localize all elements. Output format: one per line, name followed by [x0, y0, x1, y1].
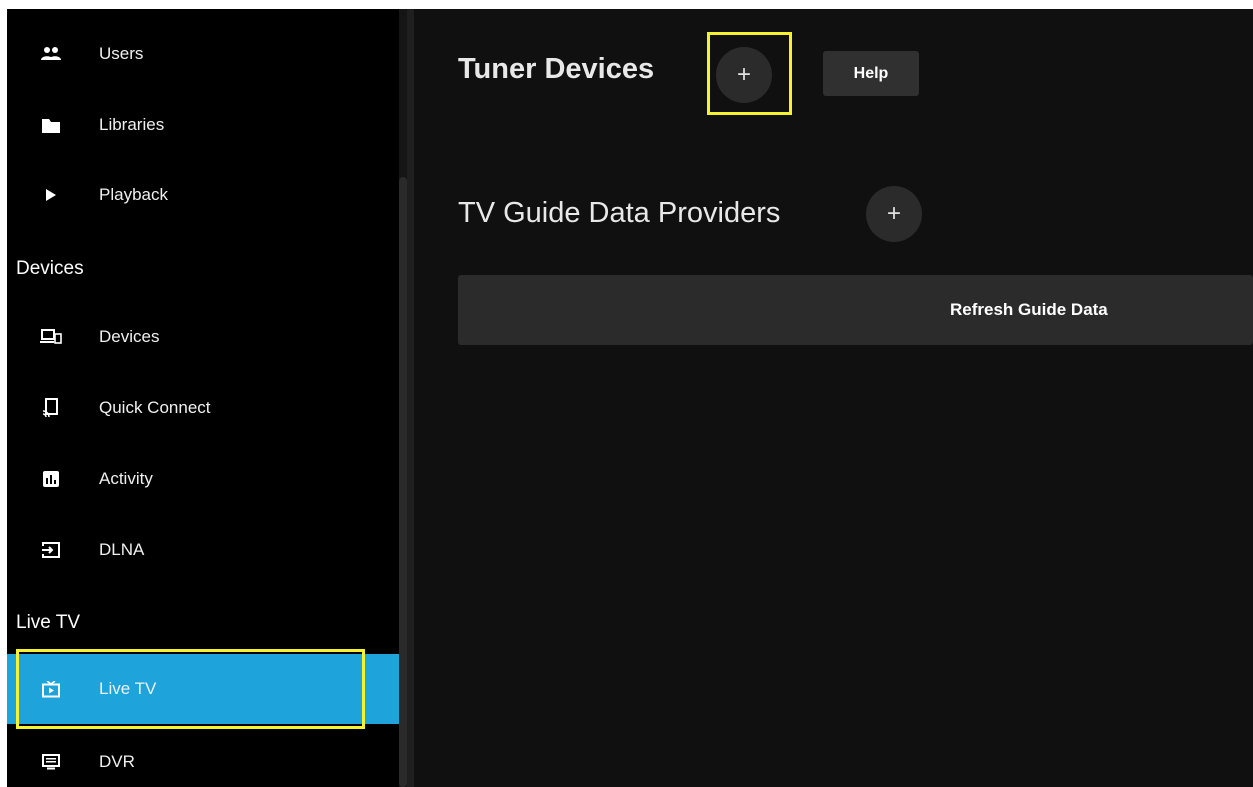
sidebar-item-dvr[interactable]: DVR [7, 727, 399, 787]
sidebar-item-label: Activity [99, 469, 153, 488]
plus-icon: + [886, 200, 901, 227]
dvr-icon [40, 751, 62, 773]
activity-icon [40, 468, 62, 490]
sidebar-item-playback[interactable]: Playback [7, 160, 399, 230]
sidebar-scrollbar-thumb[interactable] [399, 177, 407, 787]
sidebar-item-label: Users [99, 44, 144, 63]
sidebar-item-quick-connect[interactable]: Quick Connect [7, 373, 399, 443]
add-guide-provider-button[interactable]: + [866, 186, 922, 242]
cast-icon [40, 397, 62, 419]
tv-guide-providers-title: TV Guide Data Providers [458, 197, 781, 229]
sidebar-item-label: DLNA [99, 540, 145, 559]
sidebar-divider [407, 9, 414, 787]
folder-icon [40, 114, 62, 136]
help-button[interactable]: Help [823, 51, 919, 96]
input-icon [40, 539, 62, 561]
sidebar-item-label: Playback [99, 185, 168, 204]
app-window: Users Libraries Playback Devices Devices… [7, 9, 1253, 787]
sidebar-item-label: DVR [99, 752, 135, 771]
refresh-guide-data-button[interactable]: Refresh Guide Data [458, 275, 1253, 345]
sidebar-scrollbar[interactable] [399, 9, 407, 787]
sidebar-item-devices[interactable]: Devices [7, 302, 399, 372]
tuner-devices-title: Tuner Devices [458, 53, 655, 85]
sidebar-item-dlna[interactable]: DLNA [7, 515, 399, 585]
section-header-devices: Devices [16, 258, 84, 279]
sidebar-item-label: Devices [99, 327, 160, 346]
sidebar: Users Libraries Playback Devices Devices… [7, 9, 407, 787]
section-header-live-tv: Live TV [16, 612, 81, 633]
users-icon [40, 43, 62, 65]
play-icon [40, 184, 62, 206]
sidebar-item-users[interactable]: Users [7, 19, 399, 89]
sidebar-item-activity[interactable]: Activity [7, 444, 399, 514]
devices-icon [40, 326, 62, 348]
refresh-guide-data-label: Refresh Guide Data [950, 300, 1108, 319]
sidebar-item-libraries[interactable]: Libraries [7, 90, 399, 160]
highlight-box-live-tv [16, 649, 365, 729]
sidebar-item-label: Quick Connect [99, 398, 211, 417]
highlight-box-add-tuner [707, 32, 792, 115]
sidebar-item-label: Libraries [99, 115, 165, 134]
